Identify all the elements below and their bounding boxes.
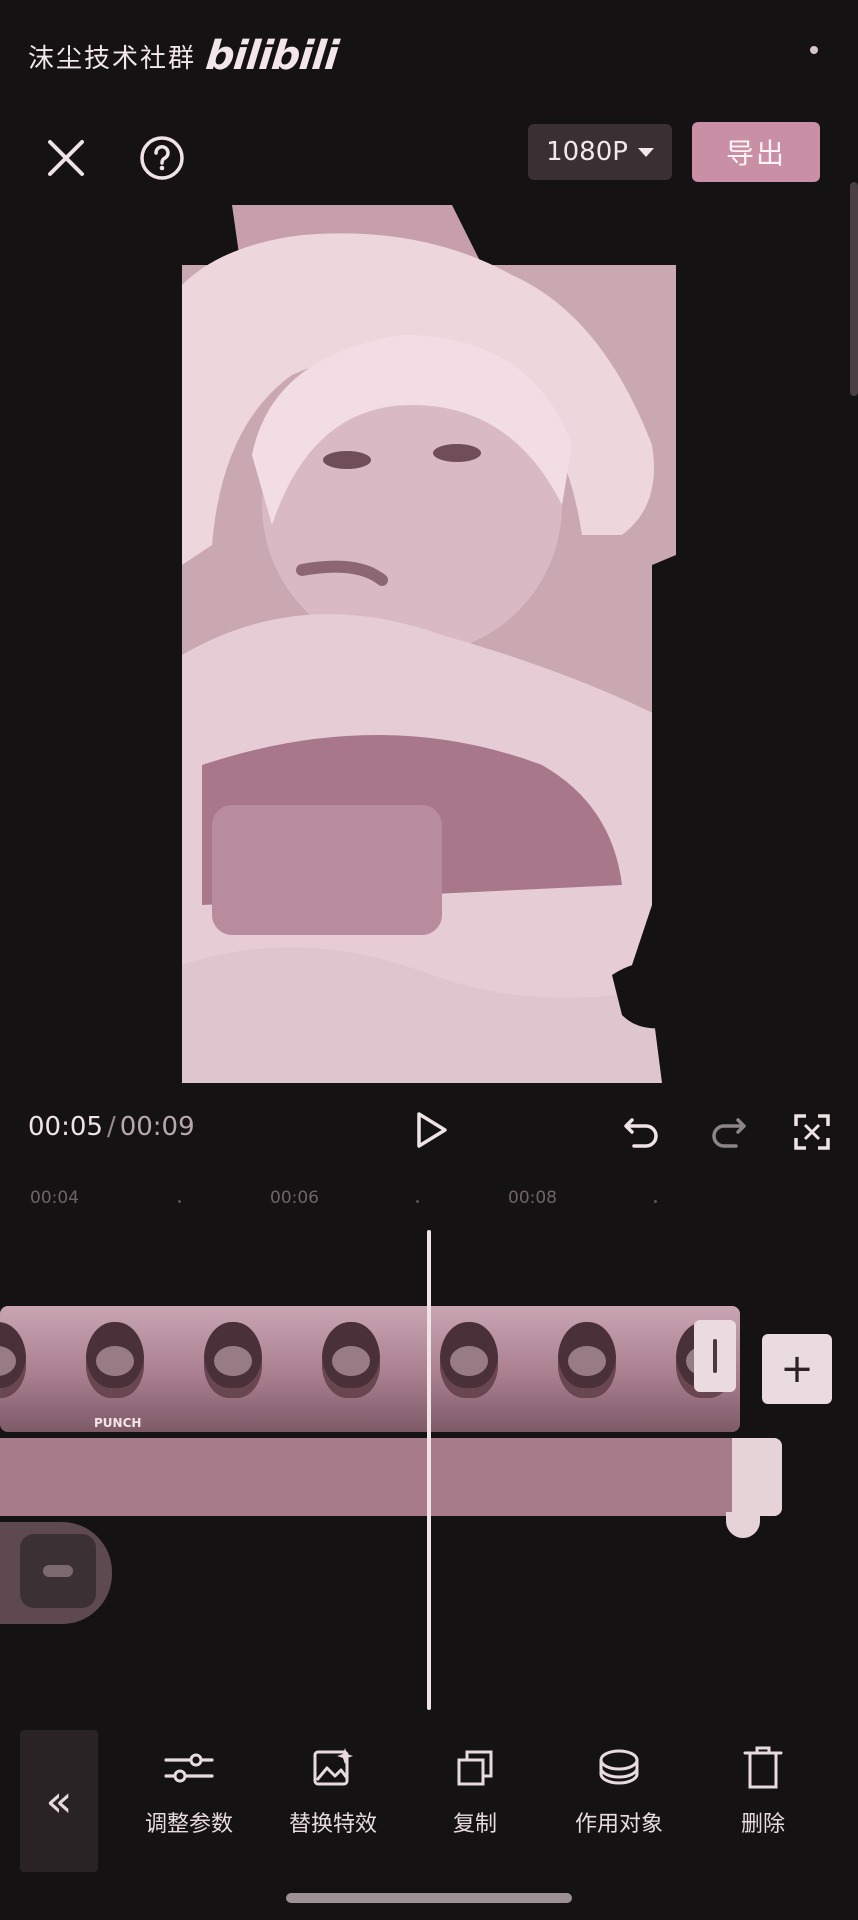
timecode: 00:05/00:09 [28,1112,195,1142]
video-preview[interactable] [182,205,676,1083]
chevron-down-icon [637,147,654,157]
tool-label: 复制 [452,1812,497,1837]
help-icon [140,136,184,180]
thumbnail-caption: PUNCH [94,1416,142,1430]
add-clip-button[interactable]: + [762,1334,832,1404]
video-thumbnail [0,1306,60,1432]
redo-icon [712,1118,746,1148]
delete-button[interactable]: 删除 [698,1740,828,1860]
resolution-value: 1080P [546,137,628,167]
sliders-icon [161,1740,217,1796]
video-thumbnail [530,1306,650,1432]
replace-effect-icon [305,1740,361,1796]
audio-clip-button[interactable] [20,1534,96,1608]
effect-drag-knob[interactable] [726,1512,760,1538]
tool-label: 删除 [740,1812,785,1837]
apply-target-button[interactable]: 作用对象 [554,1740,684,1860]
tool-label: 替换特效 [288,1812,377,1837]
video-track[interactable]: PUNCH [0,1306,740,1432]
redo-button[interactable] [700,1104,756,1160]
fullscreen-button[interactable] [786,1104,838,1160]
bilibili-logo: bilibili [203,33,340,79]
playhead[interactable] [427,1230,431,1710]
watermark-text: 沫尘技术社群 [28,43,197,74]
resolution-dropdown[interactable]: 1080P [528,124,672,180]
handle-grip-icon [713,1339,717,1373]
help-button[interactable] [132,128,192,188]
watermark: 沫尘技术社群 bilibili [28,33,340,79]
adjust-params-button[interactable]: 调整参数 [124,1740,254,1860]
collapse-button[interactable]: « [20,1730,98,1872]
status-dot [810,46,818,54]
effect-trim-handle[interactable] [732,1438,782,1516]
preview-image [182,205,676,1083]
effect-track[interactable] [0,1438,782,1516]
home-indicator[interactable] [286,1893,572,1903]
time-separator: / [106,1112,116,1142]
video-thumbnail [176,1306,296,1432]
copy-icon [447,1740,503,1796]
clip-trim-handle[interactable] [694,1320,736,1392]
video-thumbnail: PUNCH [58,1306,178,1432]
undo-icon [624,1118,658,1148]
layers-icon [591,1740,647,1796]
ruler-tick-dot [416,1200,419,1203]
audio-icon [43,1565,73,1577]
tool-label: 作用对象 [574,1812,663,1837]
current-time: 00:05 [28,1112,103,1142]
total-time: 00:09 [119,1112,195,1142]
export-button[interactable]: 导出 [692,122,820,182]
undo-button[interactable] [614,1104,670,1160]
video-thumbnail [294,1306,414,1432]
scrollbar[interactable] [850,182,858,396]
plus-icon: + [780,1346,814,1392]
play-icon [417,1112,447,1148]
close-icon [48,140,84,176]
ruler-tick-label: 00:06 [270,1188,319,1208]
copy-button[interactable]: 复制 [410,1740,540,1860]
timeline-ruler[interactable]: 00:04 00:06 00:08 [0,1188,858,1218]
ruler-tick-label: 00:08 [508,1188,557,1208]
trash-icon [735,1740,791,1796]
close-button[interactable] [36,128,96,188]
replace-effect-button[interactable]: 替换特效 [268,1740,398,1860]
fullscreen-icon [794,1114,830,1150]
ruler-tick-dot [654,1200,657,1203]
double-chevron-left-icon: « [45,1775,73,1827]
tool-label: 调整参数 [144,1812,233,1837]
ruler-tick-label: 00:04 [30,1188,79,1208]
play-button[interactable] [402,1100,462,1160]
ruler-tick-dot [178,1200,181,1203]
